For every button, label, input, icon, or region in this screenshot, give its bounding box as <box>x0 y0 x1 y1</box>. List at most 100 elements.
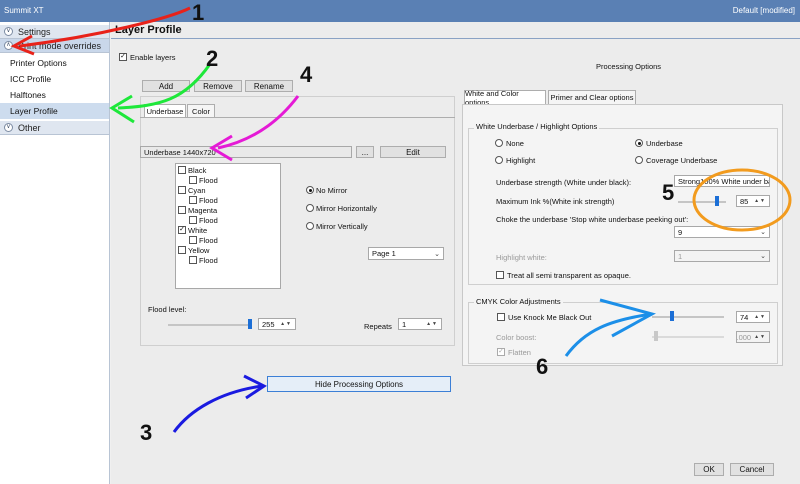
channel-black-checkbox[interactable] <box>178 166 186 174</box>
flood-cyan-checkbox[interactable] <box>189 196 197 204</box>
flood-level-slider-thumb[interactable] <box>248 319 252 329</box>
channel-label: Black <box>188 166 207 175</box>
edit-button[interactable]: Edit <box>380 146 446 158</box>
ok-button[interactable]: OK <box>694 463 724 476</box>
choke-select[interactable]: 9 ⌄ <box>674 226 770 238</box>
knock-me-black-out-slider[interactable] <box>652 316 724 318</box>
hide-processing-options-button[interactable]: Hide Processing Options <box>267 376 451 392</box>
sidebar-section-settings[interactable]: ∨ Settings <box>0 25 109 39</box>
repeats-input[interactable]: 1 ▲▼ <box>398 318 442 330</box>
spinner-icon[interactable]: ▲▼ <box>423 321 438 327</box>
flood-level-value: 255 <box>262 319 275 329</box>
highlight-radio[interactable] <box>495 156 503 164</box>
profile-status: Default [modified] <box>732 6 795 15</box>
sidebar-item-printer-options[interactable]: Printer Options <box>0 55 109 71</box>
page-select[interactable]: Page 1 ⌄ <box>368 247 444 260</box>
color-boost-slider-thumb[interactable] <box>654 331 658 341</box>
browse-button[interactable]: ... <box>356 146 374 158</box>
sidebar-section-label: Print mode overrides <box>18 40 102 51</box>
underbase-strength-label: Underbase strength (White under black): <box>496 178 632 187</box>
max-ink-slider-thumb[interactable] <box>715 196 719 206</box>
sidebar-item-icc-profile[interactable]: ICC Profile <box>0 71 109 87</box>
rename-button[interactable]: Rename <box>245 80 293 92</box>
layer-name-value: Underbase 1440x720 <box>144 147 216 157</box>
spinner-icon[interactable]: ▲▼ <box>751 314 766 320</box>
processing-options-title: Processing Options <box>596 62 662 71</box>
sidebar-item-layer-profile[interactable]: Layer Profile <box>0 103 109 119</box>
chevron-down-icon: ⌄ <box>434 250 440 258</box>
title-bar: Summit XT Default [modified] <box>0 0 800 22</box>
tab-white-and-color-options[interactable]: White and Color options <box>464 89 546 107</box>
repeats-value: 1 <box>402 319 407 329</box>
color-boost-value: 1.000 <box>736 332 752 342</box>
max-ink-input[interactable]: 85 ▲▼ <box>736 195 770 207</box>
color-boost-slider[interactable] <box>652 336 724 338</box>
channel-label: Magenta <box>188 206 218 215</box>
channel-cyan-checkbox[interactable] <box>178 186 186 194</box>
knock-me-black-out-label: Use Knock Me Black Out <box>508 313 592 322</box>
chevron-down-icon: ∨ <box>4 123 13 132</box>
highlight-white-value: 1 <box>678 251 683 261</box>
semi-transparent-checkbox[interactable] <box>496 271 504 279</box>
channel-magenta-checkbox[interactable] <box>178 206 186 214</box>
tab-color[interactable]: Color <box>187 104 215 117</box>
knock-me-black-out-input[interactable]: 74 ▲▼ <box>736 311 770 323</box>
annotation-number-3: 3 <box>140 420 153 445</box>
flood-level-slider[interactable] <box>168 324 252 326</box>
app-title: Summit XT <box>4 6 44 15</box>
channel-yellow-checkbox[interactable] <box>178 246 186 254</box>
none-label: None <box>506 139 524 148</box>
annotation-number-6: 6 <box>536 354 549 379</box>
annotation-number-4: 4 <box>300 62 313 87</box>
channel-white-checkbox[interactable]: ✓ <box>178 226 186 234</box>
sidebar-section-print-mode-overrides[interactable]: ∧ Print mode overrides <box>0 39 109 53</box>
highlight-white-select[interactable]: 1 ⌄ <box>674 250 770 262</box>
enable-layers-checkbox[interactable]: ✓ <box>119 53 127 61</box>
spinner-icon[interactable]: ▲▼ <box>277 321 292 327</box>
none-radio[interactable] <box>495 139 503 147</box>
underbase-strength-select[interactable]: Strong100% White under bas <box>674 175 770 187</box>
channel-label: Flood <box>199 216 218 225</box>
sidebar-section-label: Other <box>18 122 41 133</box>
underbase-radio[interactable] <box>635 139 643 147</box>
channel-label: Cyan <box>188 186 206 195</box>
tab-primer-and-clear-options[interactable]: Primer and Clear options <box>548 90 636 104</box>
spinner-icon[interactable]: ▲▼ <box>751 198 766 204</box>
remove-button[interactable]: Remove <box>194 80 242 92</box>
white-underbase-group-title: White Underbase / Highlight Options <box>474 122 600 131</box>
color-boost-input[interactable]: 1.000 ▲▼ <box>736 331 770 343</box>
mirror-vertical-radio[interactable] <box>306 222 314 230</box>
underbase-label: Underbase <box>646 139 683 148</box>
flood-magenta-checkbox[interactable] <box>189 216 197 224</box>
color-boost-label: Color boost: <box>496 333 537 342</box>
knock-me-black-out-slider-thumb[interactable] <box>670 311 674 321</box>
cancel-button[interactable]: Cancel <box>730 463 774 476</box>
sidebar-item-halftones[interactable]: Halftones <box>0 87 109 103</box>
layer-name-field[interactable]: Underbase 1440x720 <box>140 146 352 158</box>
semi-transparent-label: Treat all semi transparent as opaque. <box>507 271 631 280</box>
tab-underbase[interactable]: Underbase <box>144 104 186 117</box>
flood-level-label: Flood level: <box>148 305 187 314</box>
spinner-icon[interactable]: ▲▼ <box>751 334 766 340</box>
coverage-underbase-radio[interactable] <box>635 156 643 164</box>
mirror-horizontal-label: Mirror Horizontally <box>316 204 377 213</box>
sidebar-section-other[interactable]: ∨ Other <box>0 121 109 135</box>
no-mirror-radio[interactable] <box>306 186 314 194</box>
knock-me-black-out-checkbox[interactable] <box>497 313 505 321</box>
annotation-number-1: 1 <box>192 0 205 25</box>
annotation-number-2: 2 <box>206 46 219 71</box>
max-ink-value: 85 <box>740 196 749 206</box>
flatten-checkbox[interactable]: ✓ <box>497 348 505 356</box>
max-ink-label: Maximum Ink %(White ink strength) <box>496 197 615 206</box>
highlight-white-label: Highlight white: <box>496 253 547 262</box>
mirror-horizontal-radio[interactable] <box>306 204 314 212</box>
channel-label: Flood <box>199 236 218 245</box>
add-button[interactable]: Add <box>142 80 190 92</box>
flood-white-checkbox[interactable] <box>189 236 197 244</box>
tab-divider <box>140 117 455 118</box>
chevron-down-icon: ⌄ <box>760 253 766 260</box>
flood-level-input[interactable]: 255 ▲▼ <box>258 318 296 330</box>
flood-yellow-checkbox[interactable] <box>189 256 197 264</box>
flood-black-checkbox[interactable] <box>189 176 197 184</box>
coverage-underbase-label: Coverage Underbase <box>646 156 718 165</box>
